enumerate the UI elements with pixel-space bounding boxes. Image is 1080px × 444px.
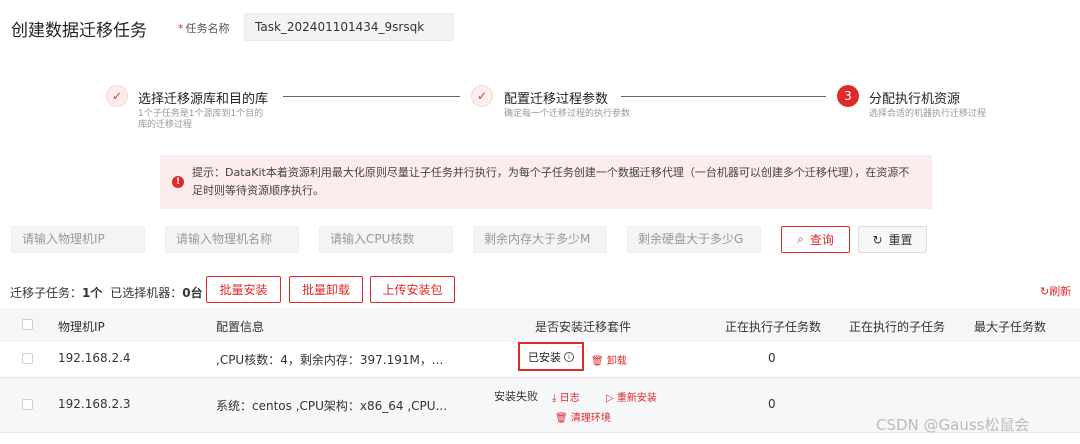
step-1-check-icon: ✓: [106, 85, 128, 107]
step-connector: [283, 96, 460, 97]
step-1-desc: 1个子任务是1个源库到1个目的库的迁移过程: [138, 109, 264, 130]
row-config: ,CPU核数：4，剩余内存：397.191M，...: [216, 353, 444, 367]
alert-icon: !: [172, 176, 184, 188]
install-status-badge: 已安装 i: [518, 342, 584, 371]
task-name-input[interactable]: Task_202401101434_9srsqk: [244, 13, 454, 41]
column-header: 最大子任务数: [974, 320, 1047, 334]
download-icon: ⤓: [552, 393, 557, 404]
batch-uninstall-button[interactable]: 批量卸载: [289, 276, 363, 303]
reset-icon: ↻: [872, 232, 883, 247]
reinstall-link[interactable]: ▷ 重新安装: [606, 389, 657, 404]
column-header: 是否安装迁移套件: [535, 320, 632, 334]
cpu-filter-input[interactable]: 请输入CPU核数: [319, 226, 453, 253]
row-checkbox[interactable]: [22, 353, 33, 364]
step-2-desc: 确定每一个迁移过程的执行参数: [504, 109, 631, 119]
row-checkbox[interactable]: [22, 399, 33, 410]
tip-text: 提示：DataKit本着资源利用最大化原则尽量让子任务并行执行，为每个子任务创建…: [192, 166, 910, 197]
watermark: CSDN @Gauss松鼠会: [876, 416, 1030, 434]
step-1-title: 选择迁移源库和目的库: [138, 92, 269, 107]
row-ip: 192.168.2.4: [58, 351, 131, 365]
ip-filter-input[interactable]: 请输入物理机IP: [11, 226, 145, 253]
search-icon: ⌕: [797, 232, 804, 246]
page-title: 创建数据迁移任务: [11, 21, 147, 41]
subtask-summary: 迁移子任务：1个 已选择机器：0台: [10, 286, 203, 300]
column-header: 正在执行子任务数: [725, 320, 822, 334]
name-filter-input[interactable]: 请输入物理机名称: [165, 226, 299, 253]
refresh-icon: ↻: [1040, 285, 1050, 298]
log-link[interactable]: ⤓ 日志: [552, 389, 580, 404]
column-header: 正在执行的子任务: [849, 320, 946, 334]
row-ip: 192.168.2.3: [58, 397, 131, 411]
row-config: 系统：centos ,CPU架构：x86_64 ,CPU...: [216, 399, 448, 413]
info-icon[interactable]: i: [564, 351, 574, 362]
upload-package-button[interactable]: 上传安装包: [370, 276, 455, 303]
running-count: 0: [768, 351, 776, 365]
memory-filter-input[interactable]: 剩余内存大于多少M: [473, 226, 607, 253]
refresh-button[interactable]: ↻刷新: [1040, 283, 1071, 299]
column-header: 配置信息: [216, 320, 265, 334]
uninstall-link[interactable]: 🗑 卸载: [591, 352, 627, 367]
clean-env-link[interactable]: 🗑 清理环境: [555, 409, 611, 424]
step-3-title: 分配执行机资源: [869, 92, 961, 107]
select-all-checkbox[interactable]: [22, 319, 33, 330]
batch-install-button[interactable]: 批量安装: [206, 276, 281, 303]
running-count: 0: [768, 397, 776, 411]
column-header: 物理机IP: [58, 320, 105, 334]
reset-button[interactable]: ↻ 重置: [858, 226, 927, 253]
install-status-failed: 安装失败: [494, 390, 538, 403]
trash-icon: 🗑: [555, 413, 568, 424]
trash-icon: 🗑: [591, 356, 604, 367]
step-connector: [621, 96, 826, 97]
disk-filter-input[interactable]: 剩余硬盘大于多少G: [627, 226, 761, 253]
task-name-label: * 任务名称: [178, 22, 230, 35]
step-3-number: 3: [837, 85, 859, 107]
tip-box: 提示：DataKit本着资源利用最大化原则尽量让子任务并行执行，为每个子任务创建…: [160, 155, 932, 209]
step-2-title: 配置迁移过程参数: [504, 92, 609, 107]
query-button[interactable]: ⌕ 查询: [781, 226, 850, 253]
play-icon: ▷: [606, 393, 614, 404]
step-3-desc: 选择合适的机器执行迁移过程: [869, 109, 987, 119]
step-2-check-icon: ✓: [471, 85, 493, 107]
